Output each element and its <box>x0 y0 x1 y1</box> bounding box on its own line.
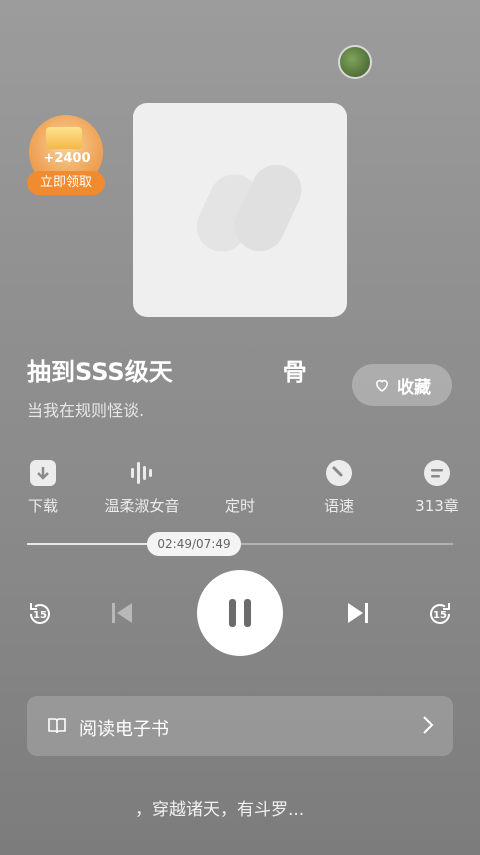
chapters-button[interactable]: 313章 <box>414 455 460 516</box>
favorite-button[interactable]: 收藏 <box>352 364 452 406</box>
pause-icon <box>244 599 251 627</box>
book-description-snippet: ，穿越诸天，有斗罗... <box>135 800 305 820</box>
download-icon <box>30 460 56 486</box>
speed-icon <box>326 460 352 486</box>
voice-select-button[interactable]: 温柔淑女音 <box>100 455 184 516</box>
next-chapter-button[interactable] <box>343 598 373 628</box>
chapters-icon <box>424 460 450 486</box>
speed-label: 语速 <box>323 497 354 515</box>
rewind-seconds: 15 <box>33 610 47 621</box>
book-subtitle: 当我在规则怪谈. <box>27 401 145 420</box>
rewind-15-button[interactable]: 15 <box>24 598 56 630</box>
download-label: 下载 <box>27 497 58 515</box>
forward-15-button[interactable]: 15 <box>424 598 456 630</box>
progress-time[interactable]: 02:49/07:49 <box>147 532 241 556</box>
previous-chapter-button[interactable] <box>107 598 137 628</box>
pause-icon <box>229 599 236 627</box>
download-button[interactable]: 下载 <box>22 455 64 516</box>
pause-button[interactable] <box>197 570 283 656</box>
reward-badge[interactable]: +2400 立即领取 <box>27 115 107 197</box>
book-title: 抽到SSS级天 骨 <box>27 352 307 387</box>
audio-toolbar: 下载 温柔淑女音 定时 语速 313章 <box>0 455 480 525</box>
forward-seconds: 15 <box>433 610 447 621</box>
favorite-label: 收藏 <box>397 377 431 398</box>
timer-icon <box>225 458 255 488</box>
voice-label: 温柔淑女音 <box>104 497 180 515</box>
coin-icon <box>46 127 82 149</box>
reward-amount: +2400 <box>43 151 91 166</box>
chapters-label: 313章 <box>415 497 459 515</box>
heart-outline-icon <box>375 379 389 392</box>
user-avatar[interactable] <box>338 45 372 79</box>
skip-previous-icon <box>112 603 132 623</box>
book-title-text: 抽到SSS级天 <box>27 358 173 386</box>
read-ebook-card[interactable]: 阅读电子书 <box>27 696 453 756</box>
voice-wave-icon <box>131 462 152 484</box>
forward-15-icon: 15 <box>430 603 450 624</box>
book-cover <box>133 103 347 317</box>
book-open-icon <box>48 718 66 734</box>
rewind-15-icon: 15 <box>30 603 50 624</box>
read-ebook-label: 阅读电子书 <box>79 719 169 740</box>
skip-next-icon <box>348 603 368 623</box>
book-title-suffix: 骨 <box>282 358 307 386</box>
timer-button[interactable]: 定时 <box>220 455 260 516</box>
chevron-right-icon <box>423 716 434 734</box>
speed-button[interactable]: 语速 <box>318 455 360 516</box>
claim-reward-button[interactable]: 立即领取 <box>27 171 105 195</box>
timer-label: 定时 <box>224 497 255 515</box>
